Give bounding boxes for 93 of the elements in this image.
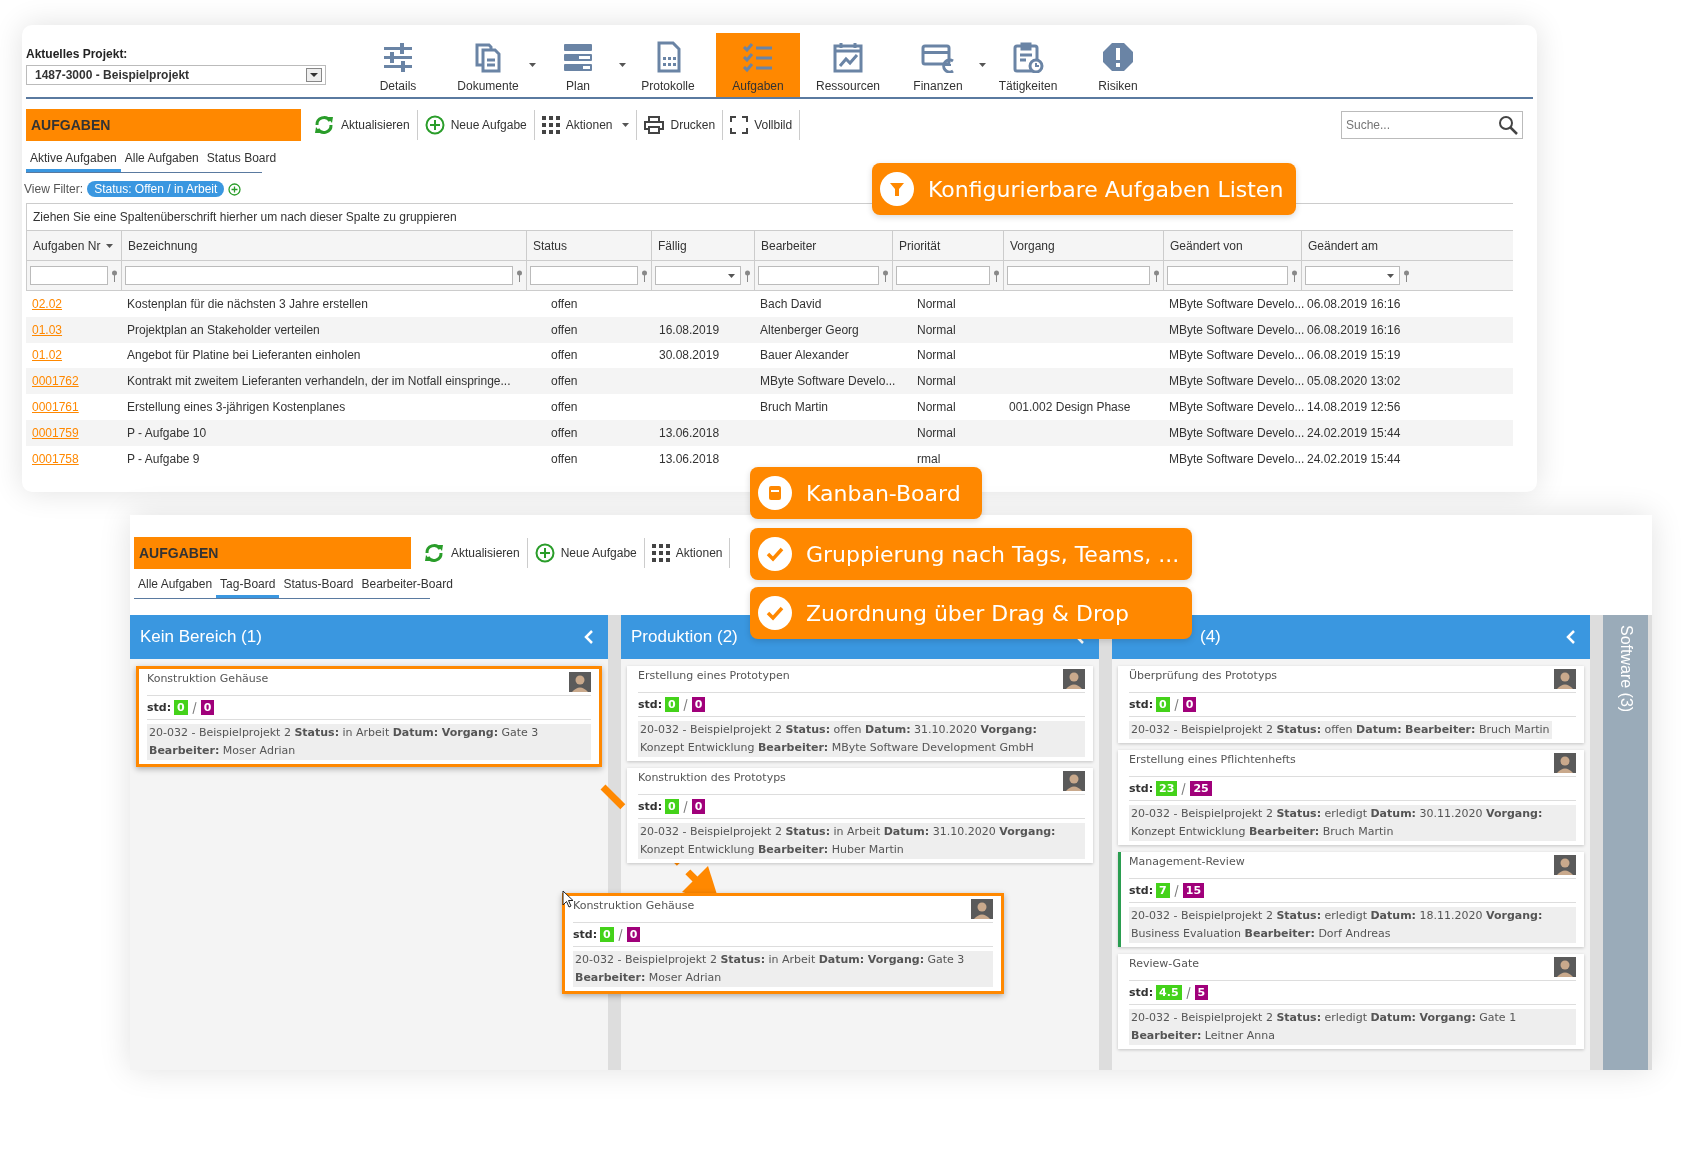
table-cell: MByte Software Develo... — [1169, 451, 1305, 466]
table-cell: P - Aufgabe 9 — [127, 451, 200, 466]
table-cell: Bauer Alexander — [760, 348, 849, 363]
table-cell: offen — [551, 374, 578, 389]
table-cell: MByte Software Develo... — [1169, 296, 1305, 311]
table-cell: 24.02.2019 15:44 — [1307, 451, 1401, 466]
table-cell: offen — [551, 451, 578, 466]
planned-hours: 4.5 — [1156, 985, 1182, 1000]
hours-label: std: — [573, 928, 598, 941]
planned-hours: 7 — [1156, 883, 1170, 898]
table-cell: Normal — [917, 374, 956, 389]
card-title: Erstellung eines Pflichtenhefts — [1129, 753, 1296, 766]
table-cell: MByte Software Develo... — [1169, 348, 1305, 363]
table-cell: Normal — [917, 425, 956, 440]
table-cell: 001.002 Design Phase — [1009, 400, 1131, 415]
table-cell: offen — [551, 322, 578, 337]
table-cell: offen — [551, 296, 578, 311]
hours-label: std: — [147, 701, 172, 714]
table-cell: 06.08.2019 16:16 — [1307, 322, 1401, 337]
card-details: 20-032 - Beispielprojekt 2 Status: in Arbeit Datum: 31.10.2020 Vorgang: Konzept Entwicklung Bearbeiter: Huber Martin — [638, 823, 1085, 859]
table-cell: Angebot für Platine bei Lieferanten einholen — [127, 348, 361, 363]
card-title: Überprüfung des Prototyps — [1129, 669, 1278, 682]
table-cell: 30.08.2019 — [659, 348, 720, 363]
table-cell: 06.08.2019 15:19 — [1307, 348, 1401, 363]
planned-hours: 0 — [665, 697, 679, 712]
card-title: Konstruktion Gehäuse — [573, 899, 695, 912]
actual-hours: 0 — [626, 927, 641, 942]
table-cell: MByte Software Develo... — [1169, 400, 1305, 415]
table-cell: Normal — [917, 322, 956, 337]
hours-label: std: — [638, 800, 663, 813]
table-cell: Kostenplan für die nächsten 3 Jahre erstellen — [127, 296, 368, 311]
table-cell: 13.06.2018 — [659, 425, 720, 440]
table-cell: P - Aufgabe 10 — [127, 425, 207, 440]
actual-hours: 0 — [691, 799, 706, 814]
table-cell: MByte Software Develo... — [760, 374, 896, 389]
table-cell: MByte Software Develo... — [1169, 374, 1305, 389]
planned-hours: 0 — [174, 700, 188, 715]
card-details: 20-032 - Beispielprojekt 2 Status: erledigt Datum: 30.11.2020 Vorgang: Konzept Entwicklung Bearbeiter: Bruch Martin — [1129, 805, 1576, 841]
table-cell: 16.08.2019 — [659, 322, 720, 337]
card-details: 20-032 - Beispielprojekt 2 Status: offen Datum: Bearbeiter: Bruch Martin — [1129, 721, 1552, 739]
hours-label: std: — [1129, 884, 1154, 897]
callout-tooltip: Zuordnung über Drag & Drop — [750, 587, 1192, 639]
actual-hours: 15 — [1182, 883, 1205, 898]
table-cell: offen — [551, 425, 578, 440]
table-cell: MByte Software Develo... — [1169, 322, 1305, 337]
table-cell: MByte Software Develo... — [1169, 425, 1305, 440]
callout-tooltip: Konfigurierbare Aufgaben Listen — [872, 163, 1296, 215]
table-cell: 14.08.2019 12:56 — [1307, 400, 1401, 415]
card-details: 20-032 - Beispielprojekt 2 Status: erledigt Datum: 18.11.2020 Vorgang: Business Evaluation Bearbeiter: Dorf Andreas — [1129, 907, 1576, 943]
actual-hours: 25 — [1190, 781, 1212, 796]
hours-label: std: — [1129, 698, 1154, 711]
table-cell: offen — [551, 400, 578, 415]
table-cell: Bruch Martin — [760, 400, 829, 415]
table-cell: Erstellung eines 3-jährigen Kostenplanes — [127, 400, 346, 415]
planned-hours: 0 — [1156, 697, 1170, 712]
card-title: Konstruktion des Prototyps — [638, 771, 786, 784]
card-title: Management-Review — [1129, 855, 1245, 868]
card-details: 20-032 - Beispielprojekt 2 Status: in Arbeit Datum: Vorgang: Gate 3 Bearbeiter: Moser Adrian — [573, 951, 993, 987]
planned-hours: 23 — [1156, 781, 1178, 796]
card-details: 20-032 - Beispielprojekt 2 Status: offen Datum: 31.10.2020 Vorgang: Konzept Entwicklung Bearbeiter: MByte Software Development GmbH — [638, 721, 1085, 757]
hours-label: std: — [638, 698, 663, 711]
callout-tooltip: Gruppierung nach Tags, Teams, ... — [750, 528, 1192, 580]
card-details: 20-032 - Beispielprojekt 2 Status: erledigt Datum: Vorgang: Gate 1 Bearbeiter: Leitner Anna — [1129, 1009, 1576, 1045]
section-title: AUFGABEN — [134, 537, 411, 569]
table-cell: Normal — [917, 296, 956, 311]
table-cell: Projektplan an Stakeholder verteilen — [127, 322, 320, 337]
project-label: Aktuelles Projekt: — [26, 47, 129, 61]
table-cell: Normal — [917, 348, 956, 363]
card-details: 20-032 - Beispielprojekt 2 Status: in Arbeit Datum: Vorgang: Gate 3 Bearbeiter: Moser Adrian — [147, 724, 591, 760]
table-cell: 05.08.2020 13:02 — [1307, 374, 1401, 389]
planned-hours: 0 — [600, 927, 614, 942]
table-cell: 06.08.2019 16:16 — [1307, 296, 1401, 311]
card-title: Konstruktion Gehäuse — [147, 672, 269, 685]
table-cell: rmal — [917, 451, 941, 466]
table-cell: Altenberger Georg — [760, 322, 859, 337]
table-cell: 24.02.2019 15:44 — [1307, 425, 1401, 440]
table-cell: Kontrakt mit zweitem Lieferanten verhandeln, der im Notfall einspringe... — [127, 374, 511, 389]
table-cell: offen — [551, 348, 578, 363]
actual-hours: 0 — [691, 697, 706, 712]
hours-label: std: — [1129, 986, 1154, 999]
actual-hours: 0 — [200, 700, 215, 715]
view-filter-label: View Filter: — [24, 182, 84, 196]
table-cell: 13.06.2018 — [659, 451, 720, 466]
table-cell: Normal — [917, 400, 956, 415]
actual-hours: 0 — [1182, 697, 1197, 712]
actual-hours: 5 — [1194, 985, 1209, 1000]
callout-tooltip: Kanban-Board — [750, 467, 982, 519]
hours-label: std: — [1129, 782, 1154, 795]
table-cell: Bach David — [760, 296, 822, 311]
planned-hours: 0 — [665, 799, 679, 814]
card-title: Erstellung eines Prototypen — [638, 669, 790, 682]
section-title: AUFGABEN — [26, 109, 301, 141]
card-title: Review-Gate — [1129, 957, 1199, 970]
